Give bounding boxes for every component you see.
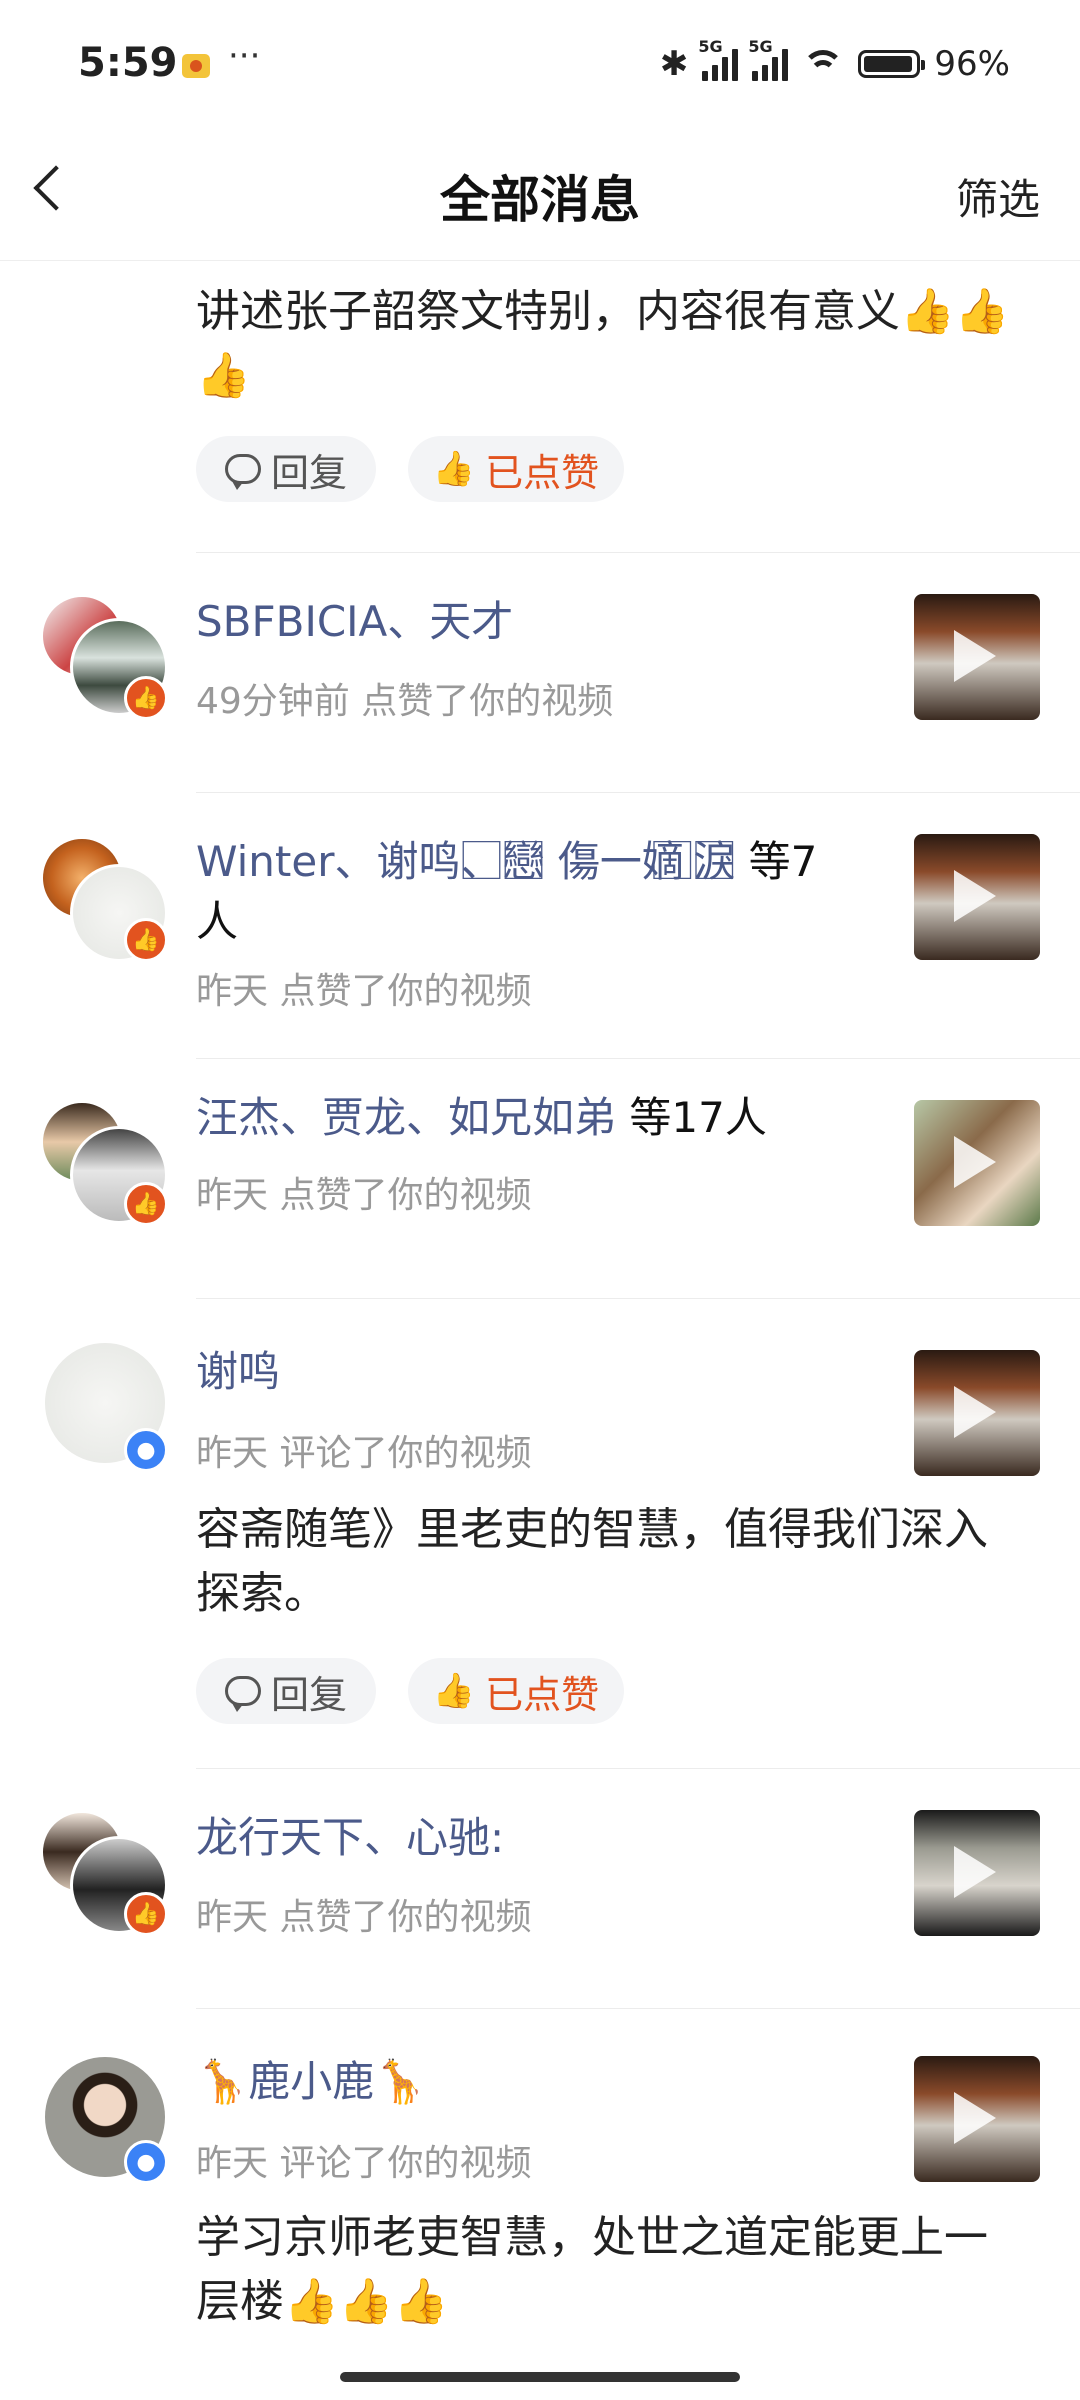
bluetooth-icon: ✱	[659, 44, 689, 84]
signal-icon: 5G	[698, 37, 739, 81]
reply-label: 回复	[270, 450, 347, 495]
reply-button[interactable]: 回复	[196, 436, 376, 502]
comment-text: 学习京师老吏智慧，处世之道定能更上一层楼👍👍👍	[196, 2212, 988, 2327]
notification-meta: 49分钟前 点赞了你的视频	[196, 681, 614, 722]
status-time: 5:59	[78, 40, 178, 86]
app-notification-icon	[182, 54, 210, 78]
battery-icon	[858, 50, 926, 78]
comment-text: 容斋随笔》里老吏的智慧，值得我们深入探索。	[196, 1504, 988, 1619]
play-icon	[954, 1136, 996, 1188]
more-notifications-icon: ···	[228, 36, 261, 76]
liked-label: 已点赞	[485, 450, 600, 495]
liked-button[interactable]: 👍 已点赞	[408, 436, 624, 502]
list-item[interactable]: 👍 汪杰、贾龙、如兄如弟 等17人 昨天 点赞了你的视频	[0, 1058, 1080, 1298]
thumbs-up-icon: 👍	[432, 449, 476, 489]
notification-meta: 昨天 点赞了你的视频	[196, 971, 532, 1012]
user-names[interactable]: 龙行天下、心驰:	[196, 1808, 504, 1868]
user-names[interactable]: 谢鸣	[196, 1342, 280, 1402]
user-names[interactable]: SBFBICIA、天才	[196, 592, 513, 652]
battery-percent: 96%	[934, 44, 1010, 84]
thumbs-up-icon: 👍	[124, 918, 168, 962]
thumbs-up-icon: 👍	[124, 1182, 168, 1226]
home-indicator[interactable]	[340, 2372, 740, 2382]
wifi-icon	[802, 48, 845, 80]
notification-meta: 昨天 评论了你的视频	[196, 1433, 532, 1474]
video-thumbnail[interactable]	[914, 2056, 1040, 2182]
thumbs-up-icon: 👍	[124, 1892, 168, 1936]
chat-bubble-icon: ●	[124, 2140, 168, 2184]
play-icon	[954, 1846, 996, 1898]
play-icon	[954, 2092, 996, 2144]
notification-meta: 昨天 点赞了你的视频	[196, 1897, 532, 1938]
notification-meta: 昨天 点赞了你的视频	[196, 1175, 532, 1216]
reply-button[interactable]: 回复	[196, 1658, 376, 1724]
user-names[interactable]: 汪杰、贾龙、如兄如弟 等17人	[196, 1088, 767, 1148]
liked-button[interactable]: 👍 已点赞	[408, 1658, 624, 1724]
list-item[interactable]: 👍 SBFBICIA、天才 49分钟前 点赞了你的视频	[0, 552, 1080, 792]
reply-label: 回复	[270, 1672, 347, 1717]
chat-bubble-icon: ●	[124, 1428, 168, 1472]
page-title: 全部消息	[440, 171, 640, 229]
video-thumbnail[interactable]	[914, 834, 1040, 960]
liked-label: 已点赞	[485, 1672, 600, 1717]
play-icon	[954, 630, 996, 682]
user-names[interactable]: 🦒鹿小鹿🦒	[196, 2052, 427, 2112]
reply-icon	[224, 1676, 261, 1712]
comment-text: 讲述张子韶祭文特别，内容很有意义👍👍👍	[196, 286, 1010, 401]
signal-icon-2: 5G	[748, 37, 789, 81]
notification-meta: 昨天 评论了你的视频	[196, 2143, 532, 2184]
list-item[interactable]: 👍 Winter、谢鸣、⃞戀⃞ 傷一嫡 ⃞淚⃞ 等7人 昨天 点赞了你的视频	[0, 792, 1080, 1058]
nav-header: 全部消息 筛选	[0, 130, 1080, 261]
list-item[interactable]: ● 🦒鹿小鹿🦒 昨天 评论了你的视频 学习京师老吏智慧，处世之道定能更上一层楼👍…	[0, 2008, 1080, 2400]
play-icon	[954, 1386, 996, 1438]
video-thumbnail[interactable]	[914, 594, 1040, 720]
user-names[interactable]: Winter、谢鸣、⃞戀⃞ 傷一嫡 ⃞淚⃞ 等7人	[196, 832, 856, 952]
thumbs-up-icon: 👍	[432, 1671, 476, 1711]
list-item[interactable]: ● 谢鸣 昨天 评论了你的视频 容斋随笔》里老吏的智慧，值得我们深入探索。 回复…	[0, 1298, 1080, 1768]
video-thumbnail[interactable]	[914, 1100, 1040, 1226]
reply-icon	[224, 454, 261, 490]
video-thumbnail[interactable]	[914, 1810, 1040, 1936]
thumbs-up-icon: 👍	[124, 676, 168, 720]
status-icons: ✱ 5G 5G 96%	[659, 37, 1010, 84]
filter-button[interactable]: 筛选	[956, 166, 1040, 227]
list-item[interactable]: 👍 龙行天下、心驰: 昨天 点赞了你的视频	[0, 1768, 1080, 2008]
play-icon	[954, 870, 996, 922]
status-bar: 5:59 ··· ✱ 5G 5G 96%	[0, 0, 1080, 130]
video-thumbnail[interactable]	[914, 1350, 1040, 1476]
